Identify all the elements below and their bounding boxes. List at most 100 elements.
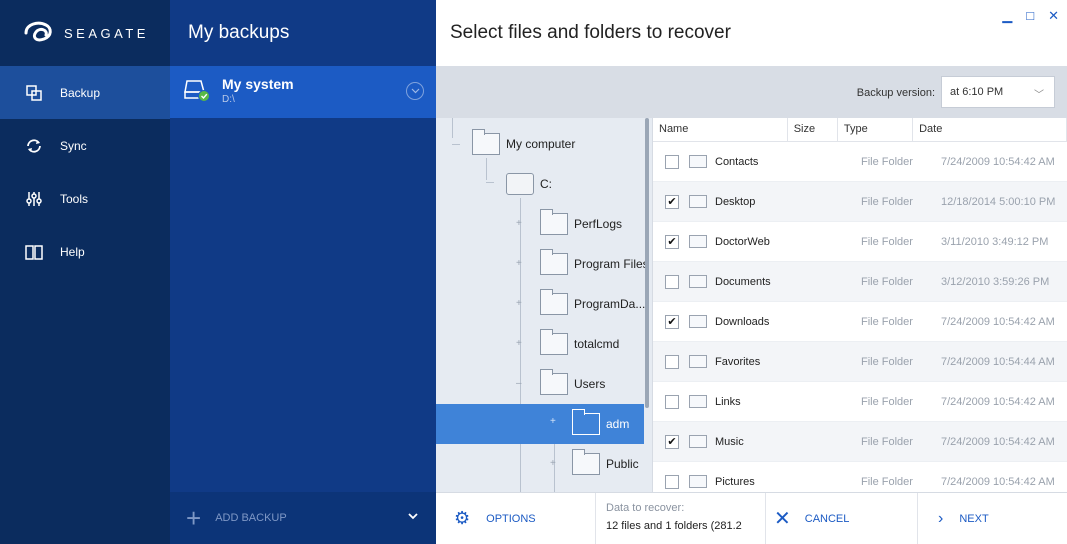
backup-version-value: at 6:10 PM xyxy=(950,86,1004,98)
row-checkbox[interactable] xyxy=(665,394,679,409)
maximize-icon[interactable]: □ xyxy=(1026,8,1034,24)
backup-version-select[interactable]: at 6:10 PM ﹀ xyxy=(941,76,1055,108)
seagate-logo-icon xyxy=(24,21,52,42)
row-checkbox[interactable]: ✔ xyxy=(665,314,679,329)
tree-node-totalcmd[interactable]: totalcmd xyxy=(540,324,619,364)
expand-icon[interactable]: + xyxy=(516,218,522,229)
file-list-header: Name Size Type Date xyxy=(653,118,1067,142)
tree-node-perflogs[interactable]: PerfLogs xyxy=(540,204,622,244)
nav-item-backup[interactable]: Backup xyxy=(0,66,170,119)
row-date: 7/24/2009 10:54:44 AM xyxy=(941,355,1055,368)
tree-line xyxy=(486,182,494,183)
file-list: Name Size Type Date Contacts File Folder 7… xyxy=(652,118,1067,492)
folder-icon xyxy=(689,235,707,248)
data-to-recover-label: Data to recover: xyxy=(606,502,685,514)
backup-item-my-system[interactable]: My system D:\ xyxy=(170,66,436,118)
backup-version-label: Backup version: xyxy=(856,87,935,99)
row-type: File Folder xyxy=(861,395,913,408)
row-date: 7/24/2009 10:54:42 AM xyxy=(941,315,1055,328)
tree-node-label: My computer xyxy=(506,137,576,151)
disk-backup-icon xyxy=(184,78,210,102)
window-controls: ▁ □ ✕ xyxy=(1002,8,1059,24)
row-name: Links xyxy=(715,395,741,408)
minimize-icon[interactable]: ▁ xyxy=(1002,8,1012,24)
row-name: Desktop xyxy=(715,195,756,208)
cancel-button[interactable]: ✕ CANCEL xyxy=(766,493,918,544)
row-name: Documents xyxy=(715,275,771,288)
row-date: 3/11/2010 3:49:12 PM xyxy=(941,235,1049,248)
tree-node-users[interactable]: Users xyxy=(540,364,605,404)
recover-panel: Select files and folders to recover ▁ □ … xyxy=(436,0,1067,544)
chevron-down-icon[interactable] xyxy=(406,82,424,100)
column-header-type[interactable]: Type xyxy=(838,118,914,141)
table-row[interactable]: Pictures File Folder 7/24/2009 10:54:42 AM xyxy=(653,462,1067,492)
row-checkbox[interactable] xyxy=(665,274,679,289)
nav-item-label: Backup xyxy=(60,85,101,100)
nav-item-tools[interactable]: Tools xyxy=(0,172,170,225)
tools-icon xyxy=(24,189,44,209)
folder-icon xyxy=(689,275,707,288)
row-checkbox[interactable] xyxy=(665,354,679,369)
expand-icon[interactable]: + xyxy=(550,416,556,427)
table-row[interactable]: ✔ DoctorWeb File Folder 3/11/2010 3:49:12 P… xyxy=(653,222,1067,262)
seagate-logo: SEAGATE xyxy=(0,0,170,66)
data-to-recover: Data to recover: 12 files and 1 folders … xyxy=(596,493,766,544)
chevron-down-icon[interactable] xyxy=(408,511,418,523)
tree-node-label: C: xyxy=(540,177,552,191)
expand-icon[interactable]: + xyxy=(550,458,556,469)
tree-node-program-files[interactable]: Program Files xyxy=(540,244,649,284)
row-checkbox[interactable]: ✔ xyxy=(665,434,679,449)
expand-icon[interactable]: + xyxy=(516,298,522,309)
row-type: File Folder xyxy=(861,195,913,208)
table-row[interactable]: ✔ Desktop File Folder 12/18/2014 5:00:10 PM xyxy=(653,182,1067,222)
tree-node-public[interactable]: Public xyxy=(572,444,639,484)
next-button[interactable]: › NEXT xyxy=(918,493,1067,544)
chevron-down-icon: ﹀ xyxy=(1034,90,1044,101)
column-header-date[interactable]: Date xyxy=(913,118,1067,141)
expand-icon[interactable]: + xyxy=(516,338,522,349)
nav-item-sync[interactable]: Sync xyxy=(0,119,170,172)
version-toolbar: Backup version: at 6:10 PM ﹀ xyxy=(436,66,1067,118)
folder-icon xyxy=(689,195,707,208)
options-button[interactable]: ⚙ OPTIONS xyxy=(436,493,596,544)
expand-icon[interactable]: + xyxy=(516,258,522,269)
folder-icon xyxy=(689,435,707,448)
close-icon[interactable]: ✕ xyxy=(1048,8,1059,24)
column-header-name[interactable]: Name xyxy=(653,118,788,141)
table-row[interactable]: Contacts File Folder 7/24/2009 10:54:42 AM xyxy=(653,142,1067,182)
tree-node-label: PerfLogs xyxy=(574,217,623,231)
nav-item-help[interactable]: Help xyxy=(0,225,170,278)
backup-path: D:\ xyxy=(222,94,235,105)
backups-title: My backups xyxy=(188,22,290,43)
tree-node-my-computer[interactable]: My computer xyxy=(472,124,575,164)
row-date: 3/12/2010 3:59:26 PM xyxy=(941,275,1050,288)
add-backup-button[interactable]: + ADD BACKUP xyxy=(170,492,436,544)
column-header-size[interactable]: Size xyxy=(788,118,838,141)
tree-node-label: Program Files xyxy=(574,257,649,271)
table-row[interactable]: Favorites File Folder 7/24/2009 10:54:44 A… xyxy=(653,342,1067,382)
folder-icon xyxy=(572,409,600,435)
folder-icon xyxy=(689,475,707,488)
row-checkbox[interactable] xyxy=(665,154,679,169)
folder-icon xyxy=(689,355,707,368)
tree-node-c-drive[interactable]: C: xyxy=(506,164,552,204)
table-row[interactable]: Documents File Folder 3/12/2010 3:59:26 PM xyxy=(653,262,1067,302)
row-date: 7/24/2009 10:54:42 AM xyxy=(941,475,1055,488)
row-checkbox[interactable] xyxy=(665,474,679,489)
row-checkbox[interactable]: ✔ xyxy=(665,234,679,249)
folder-icon xyxy=(689,155,707,168)
folder-icon xyxy=(540,289,568,315)
row-checkbox[interactable]: ✔ xyxy=(665,194,679,209)
tree-scrollbar[interactable] xyxy=(645,118,649,408)
table-row[interactable]: ✔ Music File Folder 7/24/2009 10:54:42 AM xyxy=(653,422,1067,462)
row-date: 12/18/2014 5:00:10 PM xyxy=(941,195,1056,208)
options-label: OPTIONS xyxy=(486,512,536,525)
tree-node-programdata[interactable]: ProgramDa... xyxy=(540,284,645,324)
row-name: Downloads xyxy=(715,315,770,328)
table-row[interactable]: ✔ Downloads File Folder 7/24/2009 10:54:42 … xyxy=(653,302,1067,342)
data-to-recover-value: 12 files and 1 folders (281.2 xyxy=(606,520,742,532)
table-row[interactable]: Links File Folder 7/24/2009 10:54:42 AM xyxy=(653,382,1067,422)
tree-node-adm[interactable]: + adm xyxy=(436,404,644,444)
collapse-icon[interactable]: – xyxy=(516,378,522,389)
backup-name: My system xyxy=(222,76,294,92)
